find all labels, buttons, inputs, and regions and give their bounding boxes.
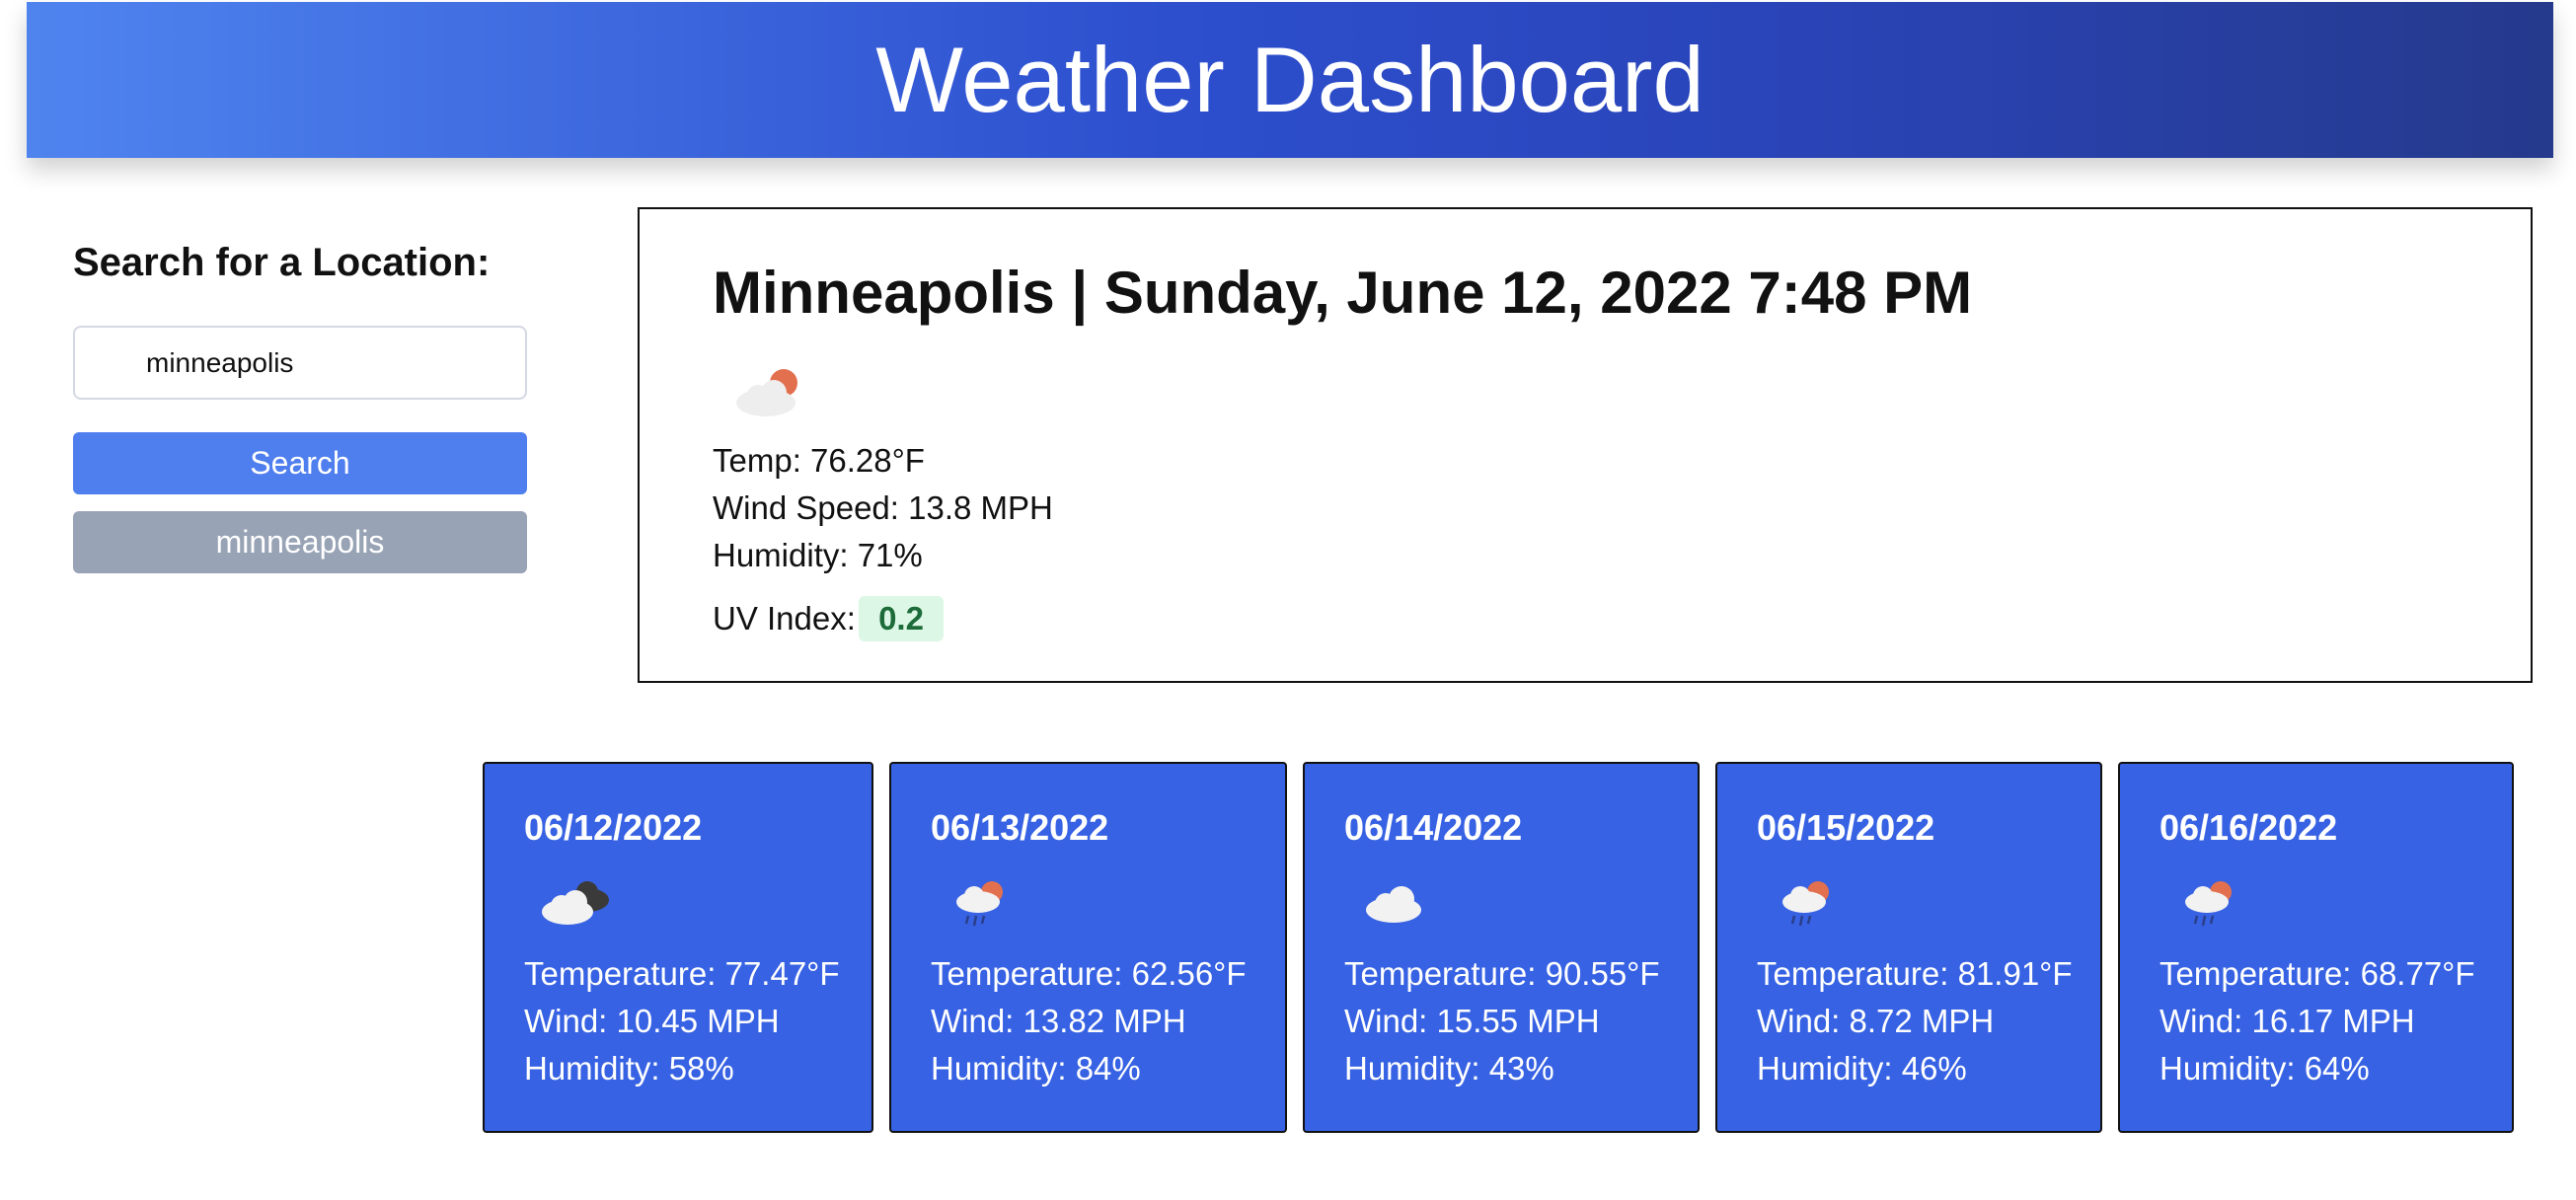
forecast-card: 06/13/2022 Temperature: 62.56°F Wind: 13… <box>889 762 1287 1133</box>
forecast-date: 06/15/2022 <box>1757 807 1935 848</box>
forecast-date: 06/13/2022 <box>931 807 1109 848</box>
forecast-wind: Wind: 16.17 MPH <box>2159 1003 2415 1039</box>
search-input[interactable] <box>73 326 527 400</box>
forecast-date: 06/14/2022 <box>1344 807 1523 848</box>
page-title: Weather Dashboard <box>875 28 1705 131</box>
forecast-humidity: Humidity: 43% <box>1344 1050 1554 1087</box>
history-button-minneapolis[interactable]: minneapolis <box>73 511 527 573</box>
forecast-humidity: Humidity: 46% <box>1757 1050 1967 1087</box>
forecast-temp: Temperature: 68.77°F <box>2159 955 2475 992</box>
uv-index-label: UV Index: <box>713 600 856 637</box>
search-button[interactable]: Search <box>73 432 527 494</box>
rain-sun-icon <box>1782 881 1829 927</box>
forecast-date: 06/16/2022 <box>2159 807 2338 848</box>
current-humidity: Humidity: 71% <box>713 537 923 573</box>
forecast-humidity: Humidity: 84% <box>931 1050 1141 1087</box>
forecast-wind: Wind: 13.82 MPH <box>931 1003 1186 1039</box>
forecast-temp: Temperature: 62.56°F <box>931 955 1247 992</box>
forecast-wind: Wind: 8.72 MPH <box>1757 1003 1995 1039</box>
app-header: Weather Dashboard <box>27 2 2553 158</box>
forecast-wind: Wind: 15.55 MPH <box>1344 1003 1600 1039</box>
forecast-humidity: Humidity: 58% <box>524 1050 734 1087</box>
search-heading: Search for a Location: <box>73 241 491 284</box>
forecast-wind: Wind: 10.45 MPH <box>524 1003 780 1039</box>
forecast-temp: Temperature: 81.91°F <box>1757 955 2073 992</box>
cloud-icon <box>1366 886 1421 923</box>
forecast-card: 06/15/2022 Temperature: 81.91°F Wind: 8.… <box>1715 762 2102 1133</box>
forecast-card: 06/12/2022 Temperature: 77.47°F Wind: 10… <box>483 762 873 1133</box>
current-temp: Temp: 76.28°F <box>713 442 925 479</box>
rain-sun-icon <box>2185 881 2232 927</box>
forecast-temp: Temperature: 90.55°F <box>1344 955 1660 992</box>
uv-index-badge: 0.2 <box>859 596 944 641</box>
broken-clouds-icon <box>542 881 609 925</box>
current-weather-panel: Minneapolis | Sunday, June 12, 2022 7:48… <box>638 207 2533 683</box>
current-wind: Wind Speed: 13.8 MPH <box>713 489 1053 526</box>
current-location-title: Minneapolis | Sunday, June 12, 2022 7:48… <box>713 260 1973 326</box>
forecast-card: 06/16/2022 Temperature: 68.77°F Wind: 16… <box>2118 762 2514 1133</box>
forecast-card: 06/14/2022 Temperature: 90.55°F Wind: 15… <box>1303 762 1700 1133</box>
forecast-date: 06/12/2022 <box>524 807 703 848</box>
forecast-temp: Temperature: 77.47°F <box>524 955 840 992</box>
forecast-humidity: Humidity: 64% <box>2159 1050 2370 1087</box>
few-clouds-icon <box>736 369 797 416</box>
rain-sun-icon <box>956 881 1003 927</box>
